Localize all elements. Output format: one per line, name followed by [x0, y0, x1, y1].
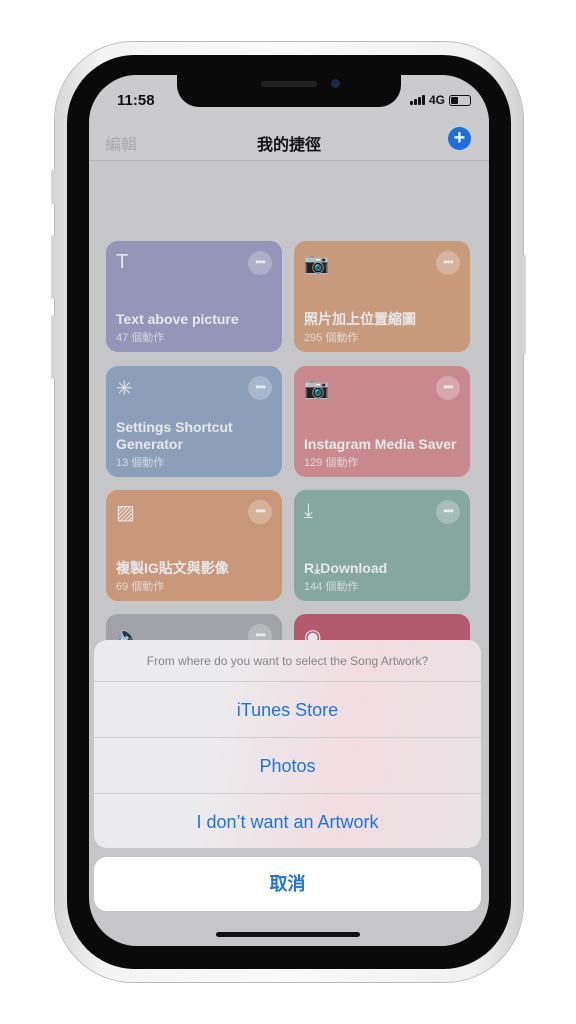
shortcut-action-count: 47 個動作: [116, 332, 165, 344]
more-icon[interactable]: •••: [248, 376, 272, 400]
more-icon[interactable]: •••: [248, 251, 272, 275]
signal-icon: [409, 95, 425, 105]
shortcut-card[interactable]: ✳ ••• Settings Shortcut Generator 13 個動作: [106, 366, 282, 477]
shortcut-card[interactable]: ▨ ••• 複製IG貼文與影像 69 個動作: [106, 490, 282, 601]
cancel-button[interactable]: 取消: [94, 857, 481, 911]
magic-wand-icon: ✳: [116, 378, 133, 400]
option-photos[interactable]: Photos: [94, 738, 481, 794]
screen: EXIF Photo Details155 個動作圖片切九宮格58 個動作T••…: [89, 75, 489, 946]
image-icon: ▨: [116, 502, 135, 524]
status-time: 11:58: [117, 92, 155, 109]
shortcut-action-count: 69 個動作: [116, 581, 165, 593]
home-indicator[interactable]: [216, 932, 360, 937]
shortcut-name: 照片加上位置縮圖: [304, 311, 416, 327]
text-icon: T: [116, 251, 129, 273]
option-itunes-store[interactable]: iTunes Store: [94, 682, 481, 738]
shortcut-action-count: 13 個動作: [116, 457, 165, 469]
action-sheet-question: From where do you want to select the Son…: [94, 640, 481, 682]
shortcut-name: Text above picture: [116, 311, 239, 327]
page-title: 我的捷徑: [256, 137, 321, 154]
shortcut-action-count: 295 個動作: [304, 332, 359, 344]
camera: [331, 79, 340, 88]
download-icon: ⤓: [304, 500, 313, 522]
more-icon[interactable]: •••: [436, 500, 460, 524]
shortcut-name: R⤓Download: [304, 560, 388, 576]
battery-icon: [449, 94, 471, 106]
option-no-artwork[interactable]: I don’t want an Artwork: [94, 794, 481, 848]
more-icon[interactable]: •••: [248, 500, 272, 524]
camera-icon: 📷: [304, 378, 329, 400]
side-button: [522, 255, 526, 355]
action-sheet: From where do you want to select the Son…: [94, 640, 481, 848]
more-icon[interactable]: •••: [436, 251, 460, 275]
nav-bar: 編輯 我的捷徑 +: [89, 123, 489, 161]
notch: [177, 75, 401, 107]
network-label: 4G: [428, 93, 445, 107]
speaker: [261, 81, 317, 87]
plus-icon[interactable]: +: [448, 127, 471, 150]
volume-down-button: [51, 315, 55, 379]
camera-icon: 📷: [304, 253, 329, 275]
shortcut-action-count: 129 個動作: [304, 457, 359, 469]
status-icons: 4G: [409, 93, 471, 107]
shortcut-action-count: 144 個動作: [304, 581, 359, 593]
shortcut-card[interactable]: ⤓ ••• R⤓Download 144 個動作: [294, 490, 470, 601]
mute-switch: [51, 170, 55, 204]
shortcut-name: Settings Shortcut Generator: [116, 419, 233, 452]
volume-up-button: [51, 235, 55, 299]
shortcut-name: Instagram Media Saver: [304, 436, 457, 452]
shortcut-card[interactable]: T ••• Text above picture 47 個動作: [106, 241, 282, 352]
shortcut-card[interactable]: 📷 ••• 照片加上位置縮圖 295 個動作: [294, 241, 470, 352]
shortcut-name: 複製IG貼文與影像: [116, 560, 229, 576]
more-icon[interactable]: •••: [436, 376, 460, 400]
shortcut-card[interactable]: 📷 ••• Instagram Media Saver 129 個動作: [294, 366, 470, 477]
